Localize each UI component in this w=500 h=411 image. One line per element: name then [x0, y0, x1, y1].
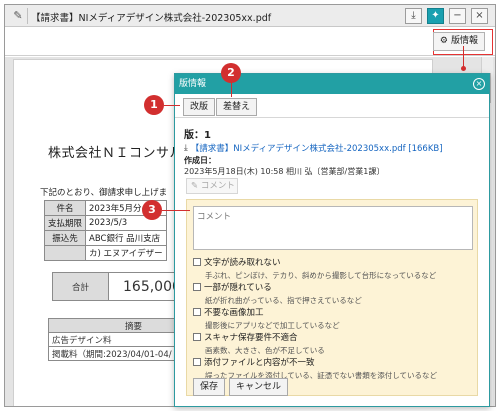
- created-label: 作成日：: [184, 156, 216, 165]
- check-item[interactable]: 文字が読み取れない 手ぶれ、ピンぼけ、テカり、斜めから撮影して台形になっているな…: [193, 256, 473, 281]
- check-desc: 撮影後にアプリなどで加工しているなど: [205, 321, 340, 330]
- callout-connector: [463, 46, 464, 68]
- revise-button[interactable]: 改版: [183, 98, 216, 116]
- check-desc: 手ぶれ、ピンぼけ、テカり、斜めから撮影して台形になっているなど: [205, 271, 437, 280]
- comment-button[interactable]: ✎ コメント: [186, 178, 238, 194]
- check-item[interactable]: スキャナ保存要件不適合 画素数、大きさ、色が不足している: [193, 331, 473, 356]
- minimize-button[interactable]: −: [449, 8, 466, 24]
- check-label: スキャナ保存要件不適合: [204, 333, 298, 343]
- panel-divider: [175, 117, 489, 118]
- check-desc: 画素数、大きさ、色が不足している: [205, 346, 325, 355]
- callout-connector: [164, 105, 180, 106]
- total-value: 165,000: [108, 272, 184, 301]
- field-label: 支払期限: [43, 215, 87, 231]
- title-divider: [27, 8, 28, 24]
- title-bar: ✎ 【請求書】NIメディアデザイン株式会社-202305xx.pdf ⤓ ✦ −…: [5, 5, 495, 27]
- checkbox[interactable]: [193, 283, 201, 291]
- version-info-panel: 版情報 × 改版 差替え 版：1 ⤓ 【請求書】NIメディアデザイン株式会社-2…: [174, 73, 490, 407]
- check-label: 文字が読み取れない: [204, 258, 281, 268]
- file-link[interactable]: 【請求書】NIメディアデザイン株式会社-202305xx.pdf [166KB]: [191, 142, 443, 154]
- version-info-button[interactable]: ⚙ 版情報: [432, 32, 485, 51]
- total-table: 合計 165,000: [52, 272, 184, 301]
- file-line: ⤓ 【請求書】NIメディアデザイン株式会社-202305xx.pdf [166K…: [184, 142, 443, 154]
- total-label: 合計: [52, 272, 109, 301]
- cancel-button[interactable]: キャンセル: [229, 378, 289, 396]
- callout-connector: [162, 210, 190, 211]
- comment-editor: 文字が読み取れない 手ぶれ、ピンぼけ、テカり、斜めから撮影して台形になっているな…: [186, 199, 478, 396]
- panel-title: 版情報: [179, 79, 207, 89]
- gear-icon: ⚙: [439, 36, 448, 46]
- comment-button-label: コメント: [200, 181, 235, 191]
- callout-1: 1: [144, 95, 164, 115]
- download-button[interactable]: ⤓: [405, 8, 422, 24]
- table-row: 振込先 ABC銀行 品川支店: [43, 230, 167, 246]
- check-label: 一部が隠れている: [204, 283, 272, 293]
- version-info-label: 版情報: [450, 36, 478, 46]
- save-button[interactable]: 保存: [193, 378, 226, 396]
- pin-window-button[interactable]: ✦: [427, 8, 444, 24]
- check-item[interactable]: 不要な画像加工 撮影後にアプリなどで加工しているなど: [193, 306, 473, 331]
- field-value: ABC銀行 品川支店: [85, 230, 167, 246]
- callout-connector: [231, 83, 232, 97]
- version-number: 版：1: [184, 130, 211, 141]
- table-row: カ) エヌアイデザー: [43, 245, 167, 261]
- comment-input[interactable]: [193, 206, 473, 250]
- check-label: 不要な画像加工: [204, 308, 264, 318]
- viewer-toolbar: ⚙ 版情報: [5, 28, 495, 56]
- pencil-icon: ✎: [191, 181, 199, 191]
- created-value: 2023年5月18日(木) 10:58 相川 弘〔営業部/営業1課〕: [184, 167, 385, 176]
- checkbox[interactable]: [193, 358, 201, 366]
- field-label: 振込先: [43, 230, 87, 246]
- checkbox[interactable]: [193, 308, 201, 316]
- download-icon: ⤓: [184, 143, 188, 153]
- replace-button[interactable]: 差替え: [216, 98, 258, 116]
- window-title: 【請求書】NIメディアデザイン株式会社-202305xx.pdf: [31, 13, 272, 24]
- checkbox[interactable]: [193, 258, 201, 266]
- check-label: 添付ファイルと内容が不一致: [204, 358, 315, 368]
- pin-icon[interactable]: ✎: [11, 9, 25, 23]
- callout-2: 2: [221, 63, 241, 83]
- close-button[interactable]: ×: [471, 8, 488, 24]
- field-label: 件名: [43, 200, 87, 216]
- doc-intro: 下記のとおり、御請求申し上げま: [40, 188, 168, 198]
- check-item[interactable]: 一部が隠れている 紙が折れ曲がっている、指で押さえているなど: [193, 281, 473, 306]
- checkbox[interactable]: [193, 333, 201, 341]
- field-value: カ) エヌアイデザー: [85, 245, 167, 261]
- field-label: [43, 245, 87, 261]
- close-icon[interactable]: ×: [473, 78, 485, 90]
- callout-3: 3: [142, 200, 162, 220]
- check-desc: 紙が折れ曲がっている、指で押さえているなど: [205, 296, 362, 305]
- callout-connector-dot: [461, 66, 466, 71]
